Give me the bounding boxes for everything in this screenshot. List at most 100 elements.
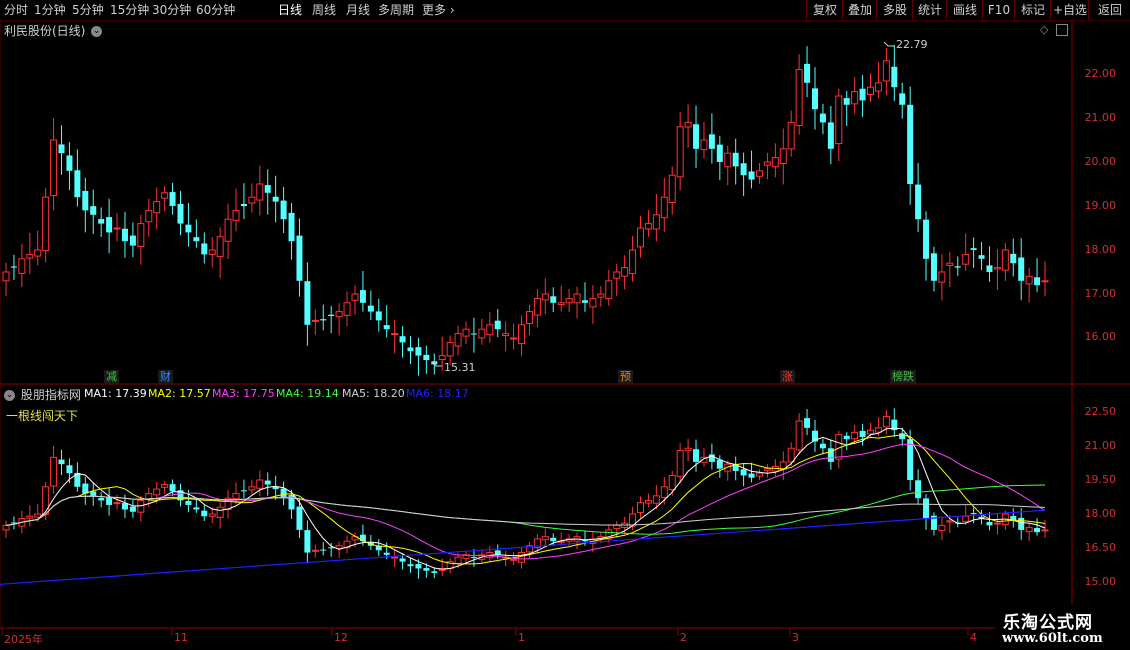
main-candle-body	[153, 201, 161, 214]
main-candle-body	[462, 328, 470, 337]
main-candle-body	[930, 253, 937, 281]
low-price-label: 15.31	[444, 361, 476, 374]
period-tab[interactable]: 30分钟	[152, 2, 191, 18]
indicator-candle-body	[50, 456, 58, 487]
main-candle-body	[629, 249, 637, 275]
main-candle-body	[859, 88, 866, 101]
main-candle-body	[296, 235, 303, 281]
main-y-tick: 17.00	[1084, 287, 1117, 300]
indicator-candle-body	[716, 459, 723, 469]
indicator-candle-body	[185, 500, 192, 505]
main-candle-body	[668, 174, 676, 204]
main-candle-body	[478, 328, 486, 339]
stock-chart[interactable]	[0, 20, 1130, 650]
main-candle-body	[867, 86, 875, 96]
period-tab[interactable]: 1分钟	[34, 2, 66, 18]
indicator-candle-body	[827, 448, 834, 462]
indicator-candle-body	[161, 484, 169, 488]
period-tab[interactable]: 日线	[278, 2, 302, 18]
indicator-candle-body	[1025, 527, 1033, 532]
ma-line	[5, 484, 1046, 535]
main-candle-body	[621, 267, 629, 277]
main-candle-body	[962, 253, 970, 265]
indicator-candle-body	[470, 557, 477, 559]
main-candle-body	[161, 192, 169, 199]
main-candle-body	[732, 152, 739, 167]
main-candle-body	[550, 296, 557, 303]
toolbar-button[interactable]: 画线	[946, 0, 983, 20]
main-candle-body	[201, 243, 208, 255]
main-candle-body	[652, 214, 660, 230]
main-candle-body	[470, 333, 477, 335]
main-y-tick: 21.00	[1084, 111, 1117, 124]
main-candle-body	[557, 302, 565, 306]
date-axis-label: 1	[518, 631, 525, 644]
ma-value-label: MA3: 17.75	[212, 387, 275, 400]
event-marker[interactable]: 榜跌	[890, 370, 916, 384]
period-tab[interactable]: 分时	[4, 2, 28, 18]
period-tab[interactable]: 60分钟	[196, 2, 235, 18]
event-marker[interactable]: 预	[618, 370, 633, 384]
diamond-icon[interactable]: ◇	[1040, 23, 1048, 36]
period-tab[interactable]: 周线	[312, 2, 336, 18]
main-candle-body	[320, 319, 327, 321]
main-candle-body	[581, 300, 588, 303]
period-toolbar: 分时 1分钟 5分钟 15分钟 30分钟 60分钟 日线 周线 月线 多周期 更多 › 复权 叠加 多股…	[0, 0, 1130, 21]
panel-toggle-icon[interactable]	[1056, 24, 1068, 36]
toolbar-button[interactable]: 统计	[912, 0, 947, 20]
indicator-candle-body	[1041, 529, 1049, 532]
main-candle-body	[684, 121, 692, 128]
main-candle-body	[423, 354, 430, 360]
event-marker[interactable]: 财	[158, 370, 173, 384]
main-candle-body	[819, 113, 826, 123]
period-tab[interactable]: 5分钟	[72, 2, 104, 18]
indicator-candle-body	[454, 556, 462, 564]
main-candle-body	[1041, 280, 1049, 283]
toolbar-button[interactable]: +自选	[1050, 0, 1089, 20]
indicator-candle-body	[34, 513, 42, 518]
toolbar-button[interactable]: 返回	[1088, 0, 1130, 20]
indicator-candle-body	[899, 433, 906, 440]
main-candle-body	[644, 223, 652, 230]
main-candle-body	[970, 248, 977, 250]
watermark-url: www.60lt.com	[1002, 631, 1103, 646]
main-candle-body	[343, 302, 351, 316]
main-y-tick: 22.00	[1084, 67, 1117, 80]
indicator-candle-body	[208, 513, 216, 517]
chevron-down-icon[interactable]: ⌄	[4, 390, 15, 401]
main-candle-body	[915, 184, 922, 220]
indicator-candle-body	[923, 498, 930, 519]
main-candle-body	[763, 161, 771, 166]
main-candle-body	[565, 297, 573, 304]
toolbar-button[interactable]: F10	[982, 0, 1015, 20]
period-tab[interactable]: 15分钟	[110, 2, 149, 18]
toolbar-button[interactable]: 复权	[806, 0, 843, 20]
period-tab[interactable]: 月线	[346, 2, 370, 18]
indicator-candle-body	[748, 473, 755, 478]
main-candle-body	[121, 228, 128, 242]
ma-value-label: MA2: 17.57	[148, 387, 211, 400]
toolbar-button[interactable]: 标记	[1014, 0, 1051, 20]
event-marker[interactable]: 涨	[780, 370, 795, 384]
main-candle-body	[851, 91, 859, 105]
indicator-candle-body	[740, 469, 747, 476]
indicator-candle-body	[113, 502, 121, 505]
main-candle-body	[415, 347, 422, 356]
ma-line	[5, 434, 1046, 565]
indicator-candle-body	[867, 429, 875, 435]
chevron-down-icon[interactable]: ⌄	[91, 26, 103, 37]
ma-value-label: MA1: 17.39	[84, 387, 147, 400]
indicator-candle-body	[637, 502, 645, 513]
main-candle-body	[533, 297, 541, 316]
indicator-candle-body	[201, 510, 208, 517]
main-candle-body	[993, 267, 1001, 270]
more-periods-button[interactable]: 更多 ›	[422, 2, 455, 18]
indicator-candle-body	[256, 479, 264, 489]
event-marker[interactable]: 减	[104, 370, 119, 384]
period-tab[interactable]: 多周期	[378, 2, 414, 18]
toolbar-button[interactable]: 多股	[876, 0, 913, 20]
toolbar-button[interactable]: 叠加	[842, 0, 877, 20]
main-candle-body	[169, 192, 176, 206]
ma-value-label: MA4: 19.14	[276, 387, 339, 400]
main-candle-body	[224, 218, 232, 242]
